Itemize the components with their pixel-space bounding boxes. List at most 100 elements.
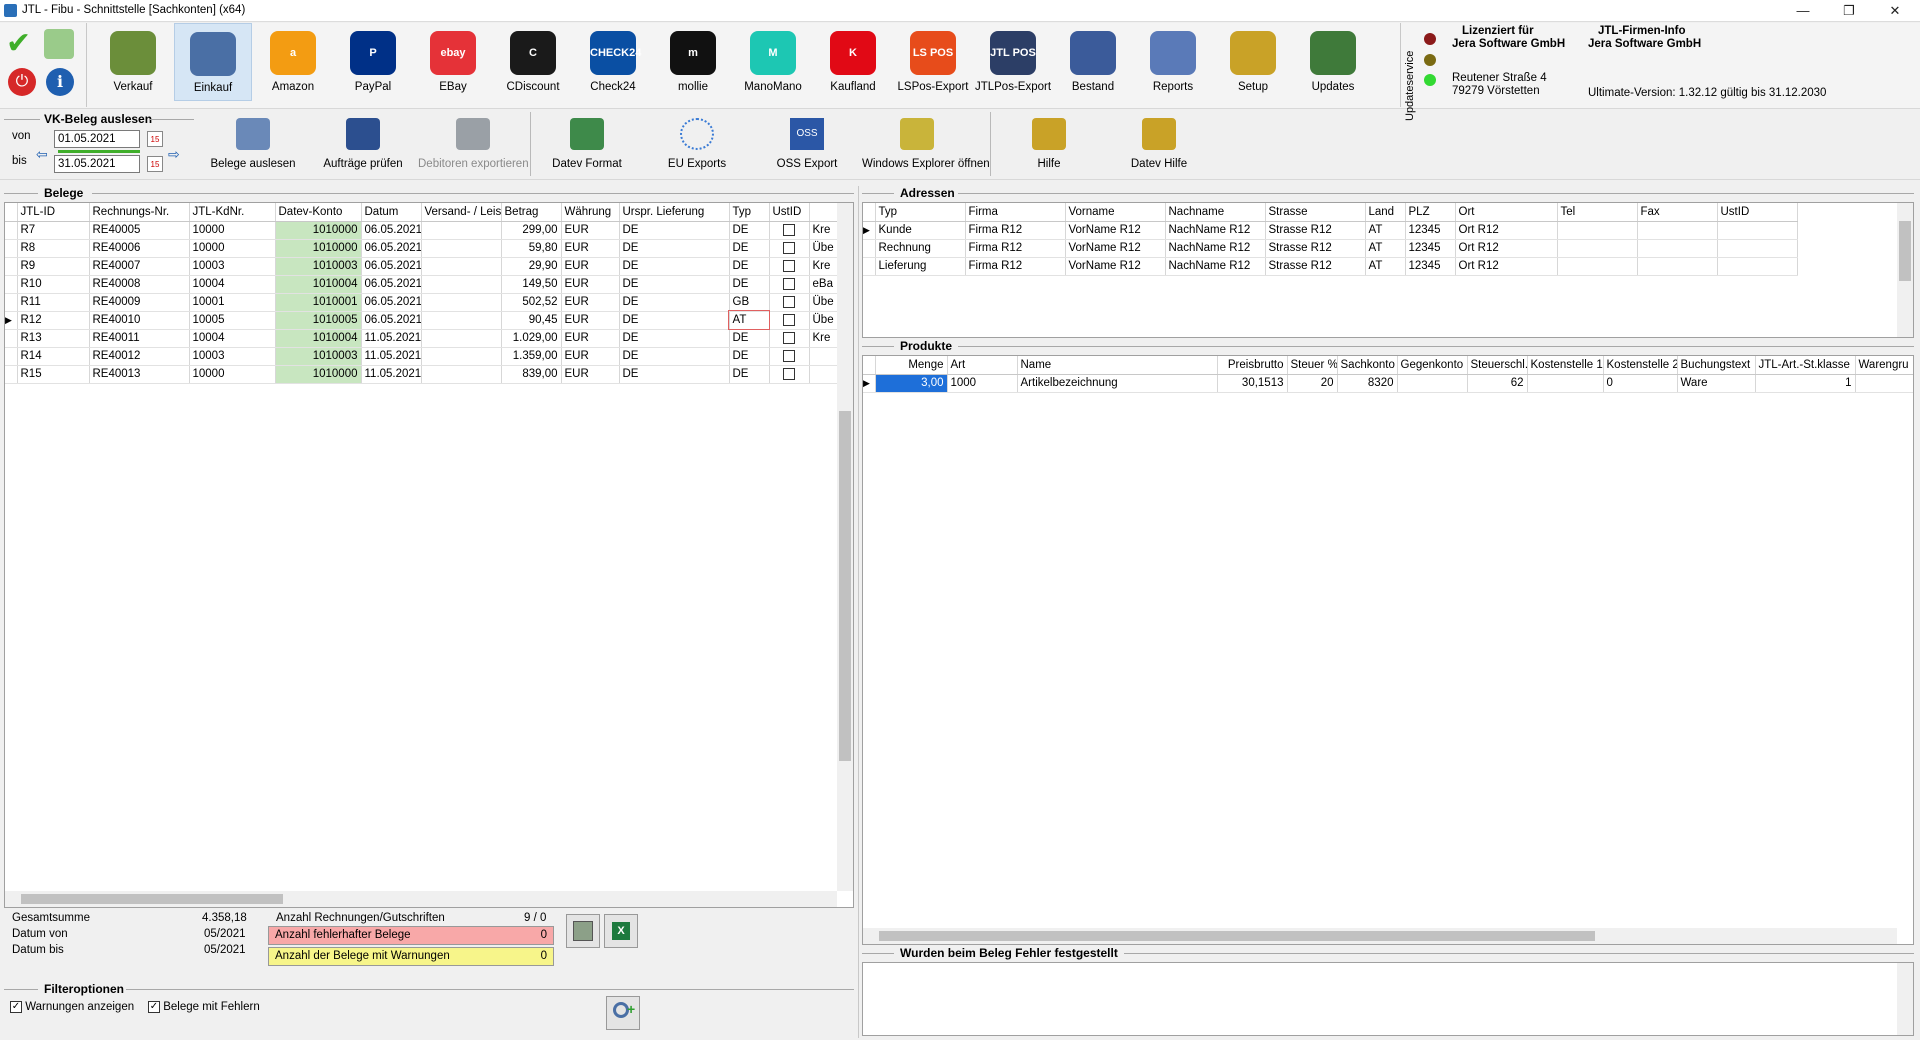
fehler-textbox[interactable] — [862, 962, 1914, 1036]
table-cell[interactable]: 1010001 — [275, 293, 362, 312]
toolbar-button-paypal[interactable]: P PayPal — [334, 23, 412, 101]
column-header[interactable]: Rechnungs-Nr. — [89, 203, 190, 222]
column-header[interactable]: Firma — [965, 203, 1066, 222]
table-cell[interactable]: Ort R12 — [1455, 257, 1558, 276]
table-cell[interactable]: 30,1513 — [1217, 374, 1288, 393]
table-cell[interactable]: 06.05.2021 — [361, 239, 422, 258]
table-cell[interactable] — [1527, 374, 1604, 393]
table-cell[interactable]: 90,45 — [501, 311, 562, 330]
table-cell[interactable]: R15 — [17, 365, 90, 384]
table-cell[interactable]: Kunde — [875, 221, 966, 240]
table-cell[interactable]: 149,50 — [501, 275, 562, 294]
next-period-icon[interactable]: ⇨ — [168, 146, 180, 163]
table-row[interactable]: R9 RE40007 10003 1010003 06.05.2021 29,90 EUR D… — [5, 257, 838, 276]
table-cell[interactable]: 29,90 — [501, 257, 562, 276]
table-cell[interactable]: EUR — [561, 365, 620, 384]
table-cell[interactable]: Firma R12 — [965, 239, 1066, 258]
table-cell[interactable] — [769, 293, 810, 312]
table-row[interactable]: Lieferung Firma R12 VorName R12 NachName R1… — [863, 257, 1798, 276]
toolbar-button-amazon[interactable]: a Amazon — [254, 23, 332, 101]
table-cell[interactable]: RE40010 — [89, 311, 190, 330]
table-cell[interactable] — [769, 311, 810, 330]
table-cell[interactable]: VorName R12 — [1065, 257, 1166, 276]
table-cell[interactable]: 20 — [1287, 374, 1338, 393]
table-cell[interactable]: AT — [728, 310, 770, 330]
table-cell[interactable]: EUR — [561, 293, 620, 312]
column-header[interactable] — [809, 203, 838, 222]
table-row[interactable]: Rechnung Firma R12 VorName R12 NachName R12… — [863, 239, 1798, 258]
table-cell[interactable]: GB — [729, 293, 770, 312]
column-header[interactable]: Urspr. Lieferung — [619, 203, 730, 222]
table-cell[interactable] — [1717, 239, 1798, 258]
column-header[interactable]: Land — [1365, 203, 1406, 222]
table-cell[interactable]: DE — [619, 329, 730, 348]
toolbar-button-cdiscount[interactable]: C CDiscount — [494, 23, 572, 101]
table-cell[interactable]: 1.359,00 — [501, 347, 562, 366]
ustid-checkbox[interactable] — [783, 313, 795, 326]
table-cell[interactable]: EUR — [561, 311, 620, 330]
table-cell[interactable]: Strasse R12 — [1265, 221, 1366, 240]
column-header[interactable]: Gegenkonto — [1397, 356, 1468, 375]
table-cell[interactable]: DE — [729, 275, 770, 294]
table-cell[interactable]: EUR — [561, 221, 620, 240]
table-cell[interactable]: DE — [729, 347, 770, 366]
table-cell[interactable] — [421, 347, 502, 366]
action-button-hilfe[interactable]: Hilfe — [994, 118, 1104, 170]
ustid-checkbox[interactable] — [783, 349, 795, 362]
produkte-hscroll[interactable] — [863, 928, 1897, 944]
table-row[interactable]: R7 RE40005 10000 1010000 06.05.2021 299,00 EUR… — [5, 221, 838, 240]
ustid-checkbox[interactable] — [783, 367, 795, 380]
action-button-datev-format[interactable]: Datev Format — [532, 118, 642, 170]
table-cell[interactable]: Lieferung — [875, 257, 966, 276]
column-header[interactable]: Strasse — [1265, 203, 1366, 222]
table-cell[interactable]: VorName R12 — [1065, 221, 1166, 240]
table-cell[interactable]: 10005 — [189, 311, 276, 330]
table-cell[interactable]: R10 — [17, 275, 90, 294]
table-cell[interactable] — [769, 329, 810, 348]
table-cell[interactable] — [1637, 239, 1718, 258]
column-header[interactable]: JTL-ID — [17, 203, 90, 222]
table-cell[interactable]: RE40012 — [89, 347, 190, 366]
column-header[interactable]: Typ — [875, 203, 966, 222]
column-header[interactable]: Nachname — [1165, 203, 1266, 222]
toolbar-button-ebay[interactable]: ebay EBay — [414, 23, 492, 101]
table-cell[interactable]: Übe — [809, 293, 838, 312]
prev-period-icon[interactable]: ⇦ — [36, 146, 48, 163]
action-button-windows-explorer-öffnen[interactable]: Windows Explorer öffnen — [862, 118, 990, 170]
table-cell[interactable]: 10004 — [189, 329, 276, 348]
table-cell[interactable]: RE40006 — [89, 239, 190, 258]
table-cell[interactable]: R7 — [17, 221, 90, 240]
table-cell[interactable]: R9 — [17, 257, 90, 276]
table-cell[interactable]: 12345 — [1405, 239, 1456, 258]
column-header[interactable]: Warengru — [1855, 356, 1913, 375]
column-header[interactable]: Kostenstelle 2 — [1603, 356, 1678, 375]
table-row[interactable]: ▶ 3,00 1000 Artikelbezeichnung 30,1513 20 8320… — [863, 374, 1913, 393]
table-cell[interactable]: Strasse R12 — [1265, 239, 1366, 258]
table-cell[interactable]: 11.05.2021 — [361, 329, 422, 348]
column-header[interactable]: UstID — [1717, 203, 1798, 222]
table-cell[interactable] — [1557, 221, 1638, 240]
toolbar-button-jtlpos-export[interactable]: JTL POS JTLPos-Export — [974, 23, 1052, 101]
table-cell[interactable]: 1.029,00 — [501, 329, 562, 348]
table-cell[interactable]: 1010005 — [275, 311, 362, 330]
table-cell[interactable] — [421, 365, 502, 384]
table-cell[interactable]: 06.05.2021 — [361, 311, 422, 330]
table-cell[interactable]: AT — [1365, 221, 1406, 240]
table-cell[interactable]: DE — [619, 347, 730, 366]
table-cell[interactable]: DE — [619, 221, 730, 240]
table-cell[interactable]: EUR — [561, 329, 620, 348]
close-button[interactable]: ✕ — [1872, 0, 1918, 22]
column-header[interactable]: Versand- / Leist — [421, 203, 502, 222]
von-date-input[interactable] — [54, 130, 140, 148]
column-header[interactable]: Menge — [875, 356, 948, 375]
toolbar-button-manomano[interactable]: M ManoMano — [734, 23, 812, 101]
column-header[interactable]: Währung — [561, 203, 620, 222]
table-row[interactable]: R15 RE40013 10000 1010000 11.05.2021 839,00 EU… — [5, 365, 838, 384]
action-button-belege-auslesen[interactable]: Belege auslesen — [198, 118, 308, 170]
table-cell[interactable]: 12345 — [1405, 221, 1456, 240]
column-header[interactable]: Kostenstelle 1 — [1527, 356, 1604, 375]
column-header[interactable]: Tel — [1557, 203, 1638, 222]
table-cell[interactable]: AT — [1365, 239, 1406, 258]
column-header[interactable]: JTL-KdNr. — [189, 203, 276, 222]
table-cell[interactable]: 10000 — [189, 221, 276, 240]
